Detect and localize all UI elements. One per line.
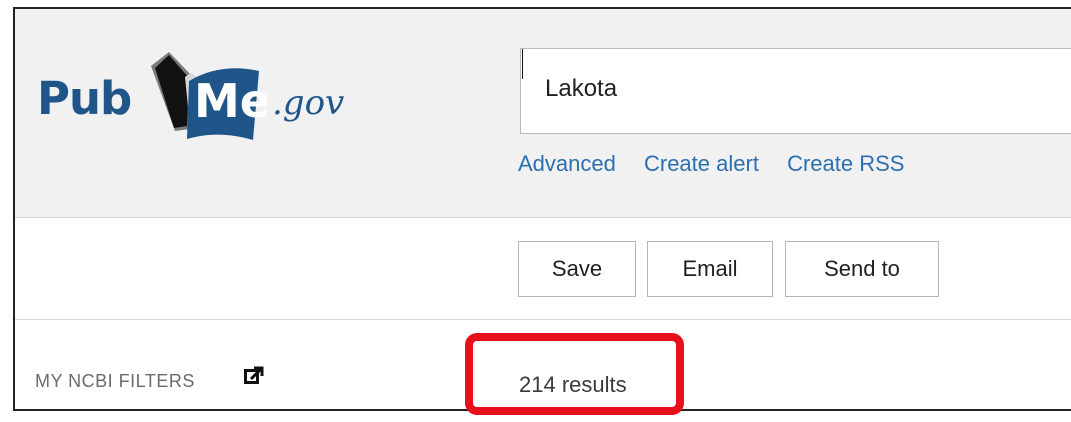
- search-links: Advanced Create alert Create RSS: [518, 151, 926, 177]
- logo-gov-text: .gov: [272, 83, 345, 123]
- save-button[interactable]: Save: [518, 241, 636, 297]
- create-alert-link[interactable]: Create alert: [644, 151, 759, 176]
- send-to-button[interactable]: Send to: [785, 241, 939, 297]
- search-value: Lakota: [545, 75, 618, 102]
- external-link-icon[interactable]: [241, 365, 265, 389]
- results-toolbar: Save Email Send to: [15, 218, 1071, 320]
- email-button[interactable]: Email: [647, 241, 773, 297]
- text-cursor: [522, 49, 523, 79]
- logo-pub-text: Pub: [37, 72, 132, 125]
- book-logo-icon: Med: [151, 52, 267, 140]
- create-rss-link[interactable]: Create RSS: [787, 151, 904, 176]
- results-count: 214 results: [519, 372, 627, 397]
- page-frame: Pub Med .gov Lakota Advanced Create aler…: [13, 7, 1071, 411]
- site-header: Pub Med .gov Lakota Advanced Create aler…: [15, 9, 1071, 218]
- my-ncbi-filters-label: MY NCBI FILTERS: [35, 371, 195, 391]
- advanced-link[interactable]: Advanced: [518, 151, 616, 176]
- search-input[interactable]: Lakota: [520, 48, 1071, 134]
- logo-m-letter: Med: [194, 74, 267, 128]
- pubmed-logo[interactable]: Pub Med .gov: [37, 47, 377, 147]
